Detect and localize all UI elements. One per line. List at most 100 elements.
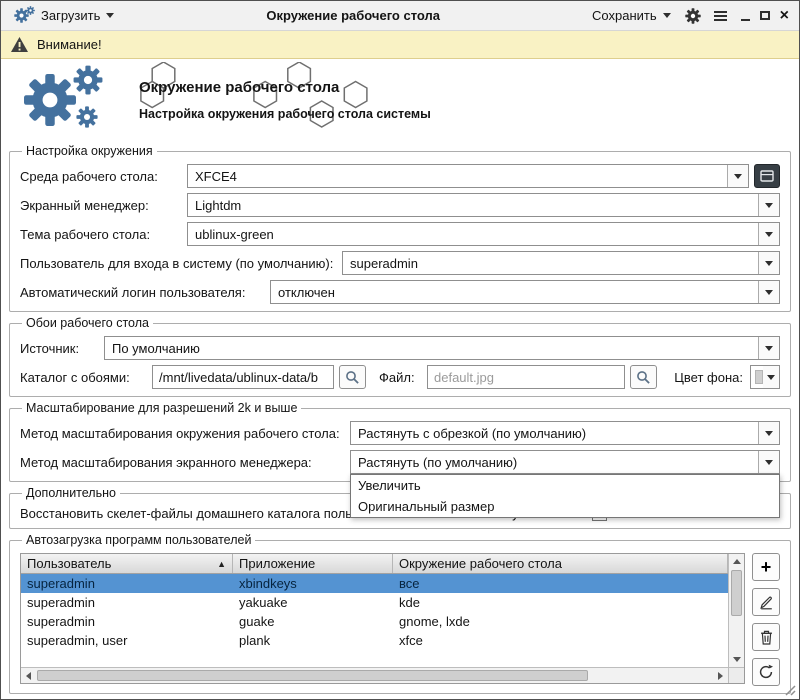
dm-scaling-label: Метод масштабирования экранного менеджер… <box>20 455 350 470</box>
save-button[interactable]: Сохранить <box>589 6 674 25</box>
wallpaper-file-input[interactable] <box>427 365 625 389</box>
environment-settings-legend: Настройка окружения <box>22 144 157 158</box>
chevron-down-icon <box>765 290 773 295</box>
chevron-down-icon <box>767 375 775 380</box>
combo-arrow-button[interactable] <box>763 366 779 388</box>
combo-arrow-button[interactable] <box>727 165 748 187</box>
vertical-scrollbar[interactable] <box>728 554 744 667</box>
default-login-user-row: Пользователь для входа в систему (по умо… <box>20 251 780 275</box>
browse-file-button[interactable] <box>630 365 657 389</box>
wallpaper-source-select[interactable]: По умолчанию <box>104 336 780 360</box>
combo-arrow-button[interactable] <box>758 194 779 216</box>
selected-value: отключен <box>271 281 758 303</box>
close-button[interactable]: × <box>780 8 789 24</box>
scrollbar-corner <box>728 667 744 683</box>
table-row[interactable]: superadmin, user plank xfce <box>21 631 728 650</box>
package-icon <box>760 170 774 182</box>
table-row[interactable]: superadmin xbindkeys все <box>21 574 728 593</box>
vertical-scroll-thumb[interactable] <box>731 570 742 616</box>
settings-button[interactable] <box>682 6 704 26</box>
horizontal-scroll-thumb[interactable] <box>37 670 588 681</box>
desktop-theme-select[interactable]: ublinux-green <box>187 222 780 246</box>
desktop-environment-select[interactable]: XFCE4 <box>187 164 749 188</box>
gear-icon <box>685 8 701 24</box>
display-manager-select[interactable]: Lightdm <box>187 193 780 217</box>
chevron-down-icon <box>765 203 773 208</box>
edit-entry-button[interactable] <box>752 588 780 616</box>
additional-legend: Дополнительно <box>22 486 120 500</box>
selected-value: XFCE4 <box>188 165 727 187</box>
wallpaper-source-label: Источник: <box>20 341 104 356</box>
refresh-icon <box>758 664 774 680</box>
delete-entry-button[interactable] <box>752 623 780 651</box>
page-subtitle: Настройка окружения рабочего стола систе… <box>139 107 431 121</box>
browse-directory-button[interactable] <box>339 365 366 389</box>
chevron-down-icon <box>765 261 773 266</box>
chevron-down-icon <box>765 431 773 436</box>
menu-button[interactable] <box>712 8 729 24</box>
chevron-down-icon <box>765 346 773 351</box>
column-header-env[interactable]: Окружение рабочего стола <box>393 554 728 573</box>
auto-login-label: Автоматический логин пользователя: <box>20 285 270 300</box>
autostart-group: Автозагрузка программ пользователей Поль… <box>9 533 791 694</box>
table-row[interactable]: superadmin guake gnome, lxde <box>21 612 728 631</box>
dropdown-option-original[interactable]: Оригинальный размер <box>351 496 779 517</box>
maximize-button[interactable] <box>760 11 770 20</box>
combo-arrow-button[interactable] <box>758 422 779 444</box>
combo-arrow-button[interactable] <box>758 451 779 473</box>
combo-arrow-button[interactable] <box>758 337 779 359</box>
wallpaper-directory-input[interactable] <box>152 365 334 389</box>
table-header: Пользователь ▲ Приложение Окружение рабо… <box>21 554 728 574</box>
environment-settings-group: Настройка окружения Среда рабочего стола… <box>9 144 791 312</box>
column-header-user[interactable]: Пользователь ▲ <box>21 554 233 573</box>
page-title: Окружение рабочего стола <box>139 79 431 96</box>
environment-manager-button[interactable] <box>754 164 780 188</box>
refresh-button[interactable] <box>752 658 780 686</box>
default-login-user-select[interactable]: superadmin <box>342 251 780 275</box>
desktop-scaling-label: Метод масштабирования окружения рабочего… <box>20 426 350 441</box>
auto-login-row: Автоматический логин пользователя: отклю… <box>20 280 780 304</box>
desktop-scaling-row: Метод масштабирования окружения рабочего… <box>20 421 780 445</box>
desktop-scaling-select[interactable]: Растянуть с обрезкой (по умолчанию) <box>350 421 780 445</box>
selected-value: Растянуть с обрезкой (по умолчанию) <box>351 422 758 444</box>
plus-icon: + <box>761 557 772 578</box>
background-color-select[interactable] <box>750 365 780 389</box>
desktop-theme-label: Тема рабочего стола: <box>20 227 187 242</box>
wallpaper-group: Обои рабочего стола Источник: По умолчан… <box>9 316 791 397</box>
selected-value: ublinux-green <box>188 223 758 245</box>
table-content: Пользователь ▲ Приложение Окружение рабо… <box>21 554 728 667</box>
default-login-user-label: Пользователь для входа в систему (по умо… <box>20 256 342 271</box>
sort-asc-icon: ▲ <box>217 559 226 569</box>
combo-arrow-button[interactable] <box>758 252 779 274</box>
wallpaper-file-label: Файл: <box>379 370 423 385</box>
resize-grip[interactable] <box>783 683 796 696</box>
warning-banner: Внимание! <box>1 31 799 59</box>
autostart-table: Пользователь ▲ Приложение Окружение рабо… <box>20 553 745 684</box>
dm-scaling-select[interactable]: Растянуть (по умолчанию) <box>350 450 780 474</box>
pencil-icon <box>759 595 774 610</box>
search-icon <box>636 370 651 385</box>
minimize-button[interactable] <box>741 19 750 21</box>
chevron-down-icon <box>765 460 773 465</box>
wallpaper-directory-label: Каталог с обоями: <box>20 370 152 385</box>
background-color-label: Цвет фона: <box>674 370 750 385</box>
scroll-right-arrow[interactable] <box>713 668 728 683</box>
warning-icon <box>10 36 29 53</box>
column-header-app[interactable]: Приложение <box>233 554 393 573</box>
selected-value: По умолчанию <box>105 337 758 359</box>
table-row[interactable]: superadmin yakuake kde <box>21 593 728 612</box>
horizontal-scrollbar[interactable] <box>21 667 728 683</box>
save-button-label: Сохранить <box>592 8 657 23</box>
combo-arrow-button[interactable] <box>758 223 779 245</box>
scroll-down-arrow[interactable] <box>729 652 744 667</box>
add-entry-button[interactable]: + <box>752 553 780 581</box>
dropdown-option-zoom[interactable]: Увеличить <box>351 475 779 496</box>
auto-login-select[interactable]: отключен <box>270 280 780 304</box>
wallpaper-source-row: Источник: По умолчанию <box>20 336 780 360</box>
load-button[interactable]: Загрузить <box>11 4 117 27</box>
scroll-up-arrow[interactable] <box>729 554 744 569</box>
scroll-left-arrow[interactable] <box>21 668 36 683</box>
combo-arrow-button[interactable] <box>758 281 779 303</box>
desktop-theme-row: Тема рабочего стола: ublinux-green <box>20 222 780 246</box>
hamburger-icon <box>714 11 727 13</box>
